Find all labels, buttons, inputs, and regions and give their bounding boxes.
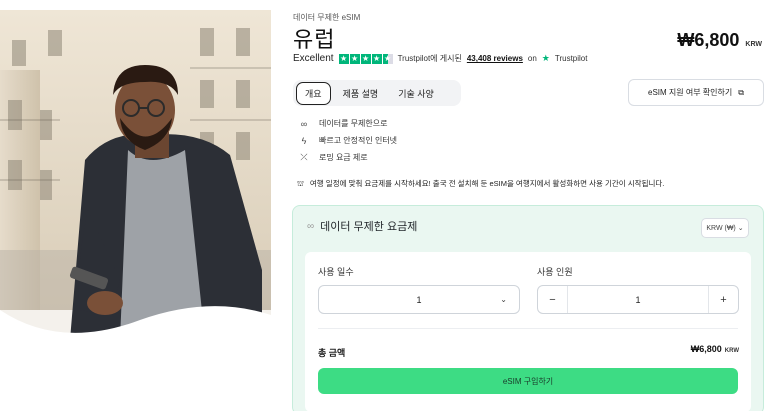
star-half-icon: ★ xyxy=(382,53,393,64)
price-currency: KRW xyxy=(745,41,762,48)
reviews-link[interactable]: 43,408 reviews xyxy=(467,54,523,63)
traveler-photo xyxy=(0,10,271,340)
product-panel: 데이터 무제한 eSIM 유럽 ₩6,800 KRW Excellent ★ ★… xyxy=(292,0,768,411)
people-stepper: − 1 + xyxy=(537,285,739,314)
trustpilot-rating: Excellent ★ ★ ★ ★ ★ Trustpilot에 게시된 43,4… xyxy=(293,53,587,64)
tab-bar: 개요 제품 설명 기술 사양 xyxy=(293,80,461,106)
total-amount: ₩6,800 KRW xyxy=(691,344,739,354)
total-amount-value: ₩6,800 xyxy=(690,344,722,354)
infinity-icon: ∞ xyxy=(300,118,308,129)
plan-heading-text: 데이터 무제한 요금제 xyxy=(320,221,418,233)
tab-description[interactable]: 제품 설명 xyxy=(335,83,387,104)
price-amount: ₩6,800 xyxy=(677,30,740,50)
star-icon: ★ xyxy=(371,53,382,64)
no-roaming-icon: ⤫ xyxy=(300,152,308,162)
days-value: 1 xyxy=(416,294,422,305)
plan-card: ∞ 데이터 무제한 요금제 KRW (₩) ⌄ 사용 일수 1 ⌄ 사용 인원 … xyxy=(292,205,764,411)
people-label: 사용 인원 xyxy=(537,267,573,277)
feature-label: 빠르고 안정적인 인터넷 xyxy=(319,136,398,145)
feature-item: ⤫ 로밍 요금 제로 xyxy=(297,149,397,166)
page-title: 유럽 xyxy=(293,27,336,52)
activation-note-text: 여행 일정에 맞춰 요금제를 시작하세요! 출국 전 설치해 둔 eSIM을 여… xyxy=(309,179,665,188)
copy-icon: ⧉ xyxy=(738,87,744,97)
currency-select-value: KRW (₩) xyxy=(706,224,736,232)
check-esim-button[interactable]: eSIM 지원 여부 확인하기 ⧉ xyxy=(628,79,764,106)
days-label: 사용 일수 xyxy=(318,267,354,277)
bolt-icon: ϟ xyxy=(301,135,307,146)
sim-activate-icon: ⛫ xyxy=(297,178,304,188)
check-esim-label: eSIM 지원 여부 확인하기 xyxy=(648,88,733,97)
tab-overview[interactable]: 개요 xyxy=(296,81,331,105)
people-value[interactable]: 1 xyxy=(568,295,708,305)
infinity-icon: ∞ xyxy=(307,220,315,232)
star-icon: ★ xyxy=(349,53,360,64)
increment-button[interactable]: + xyxy=(708,286,738,313)
decrement-button[interactable]: − xyxy=(538,286,568,313)
feature-label: 로밍 요금 제로 xyxy=(319,153,368,162)
chevron-down-icon: ⌄ xyxy=(500,295,507,304)
trustpilot-text: Trustpilot에 게시된 xyxy=(397,54,462,63)
plan-heading: ∞ 데이터 무제한 요금제 xyxy=(307,218,417,234)
days-select[interactable]: 1 ⌄ xyxy=(318,285,520,314)
rating-stars: ★ ★ ★ ★ ★ xyxy=(338,53,393,64)
total-label: 총 금액 xyxy=(318,348,346,358)
chevron-down-icon: ⌄ xyxy=(737,225,744,232)
star-icon: ★ xyxy=(338,53,349,64)
divider xyxy=(318,328,738,329)
activation-note: ⛫ 여행 일정에 맞춰 요금제를 시작하세요! 출국 전 설치해 둔 eSIM을… xyxy=(297,178,664,189)
hero-photo xyxy=(0,10,271,340)
star-icon: ★ xyxy=(360,53,371,64)
currency-select[interactable]: KRW (₩) ⌄ xyxy=(701,218,749,238)
feature-item: ϟ 빠르고 안정적인 인터넷 xyxy=(297,132,397,149)
buy-esim-button[interactable]: eSIM 구입하기 xyxy=(318,368,738,394)
feature-item: ∞ 데이터를 무제한으로 xyxy=(297,115,397,132)
trustpilot-star-icon: ★ xyxy=(541,53,550,63)
feature-list: ∞ 데이터를 무제한으로 ϟ 빠르고 안정적인 인터넷 ⤫ 로밍 요금 제로 xyxy=(297,115,397,166)
tab-specs[interactable]: 기술 사양 xyxy=(390,83,442,104)
on-text: on xyxy=(527,54,537,63)
total-amount-currency: KRW xyxy=(724,348,739,354)
plan-form: 사용 일수 1 ⌄ 사용 인원 − 1 + 총 금액 ₩6,800 KRW eS… xyxy=(305,252,751,411)
rating-label: Excellent xyxy=(293,53,334,64)
price-display: ₩6,800 KRW xyxy=(677,30,762,51)
trustpilot-brand: Trustpilot xyxy=(554,54,588,63)
feature-label: 데이터를 무제한으로 xyxy=(319,119,388,128)
